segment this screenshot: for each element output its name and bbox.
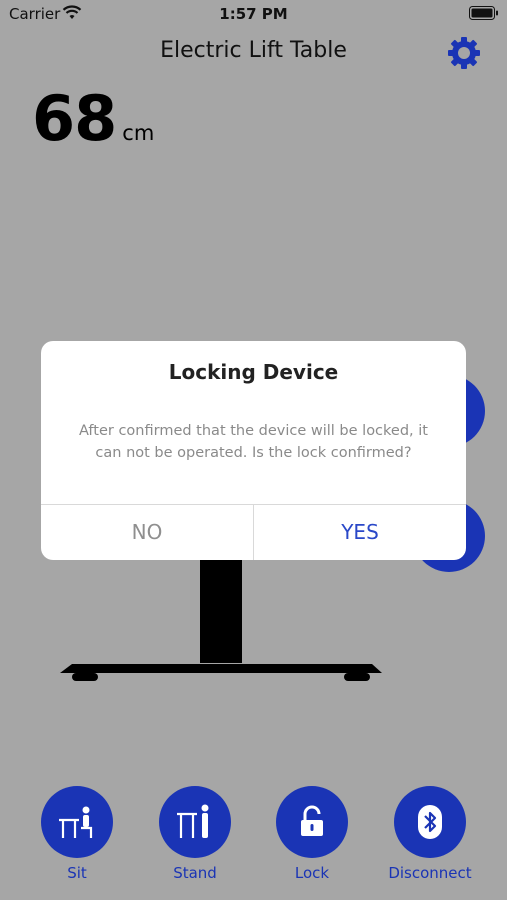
tab-bar: Sit Stand Lock Disconnect (0, 786, 507, 886)
bluetooth-icon (418, 805, 442, 839)
no-button[interactable]: NO (41, 505, 253, 560)
lock-button[interactable] (276, 786, 348, 858)
lock-confirm-dialog: Locking Device After confirmed that the … (41, 341, 466, 560)
tab-lock-label: Lock (294, 864, 330, 882)
height-value: 68 (32, 82, 117, 155)
stand-button[interactable] (159, 786, 231, 858)
tab-lock[interactable]: Lock (262, 786, 362, 882)
status-bar: Carrier 1:57 PM (0, 0, 507, 28)
height-unit: cm (122, 121, 155, 145)
unlock-icon (301, 805, 323, 836)
tab-stand-label: Stand (173, 864, 217, 882)
tab-disconnect[interactable]: Disconnect (380, 786, 480, 882)
battery-icon (469, 6, 498, 20)
tab-sit[interactable]: Sit (27, 786, 127, 882)
height-readout: 68 cm (32, 82, 154, 155)
sit-button[interactable] (41, 786, 113, 858)
gear-icon[interactable] (445, 34, 483, 72)
status-time: 1:57 PM (219, 5, 288, 23)
stand-desk-icon (177, 804, 209, 838)
tab-disconnect-label: Disconnect (388, 864, 472, 882)
sit-desk-icon (59, 806, 93, 838)
dialog-title: Locking Device (168, 360, 339, 384)
disconnect-button[interactable] (394, 786, 466, 858)
dialog-message: After confirmed that the device will be … (79, 423, 428, 461)
tab-stand[interactable]: Stand (145, 786, 245, 882)
page-title: Electric Lift Table (160, 38, 347, 63)
yes-button[interactable]: YES (254, 505, 466, 560)
tab-sit-label: Sit (67, 864, 87, 882)
